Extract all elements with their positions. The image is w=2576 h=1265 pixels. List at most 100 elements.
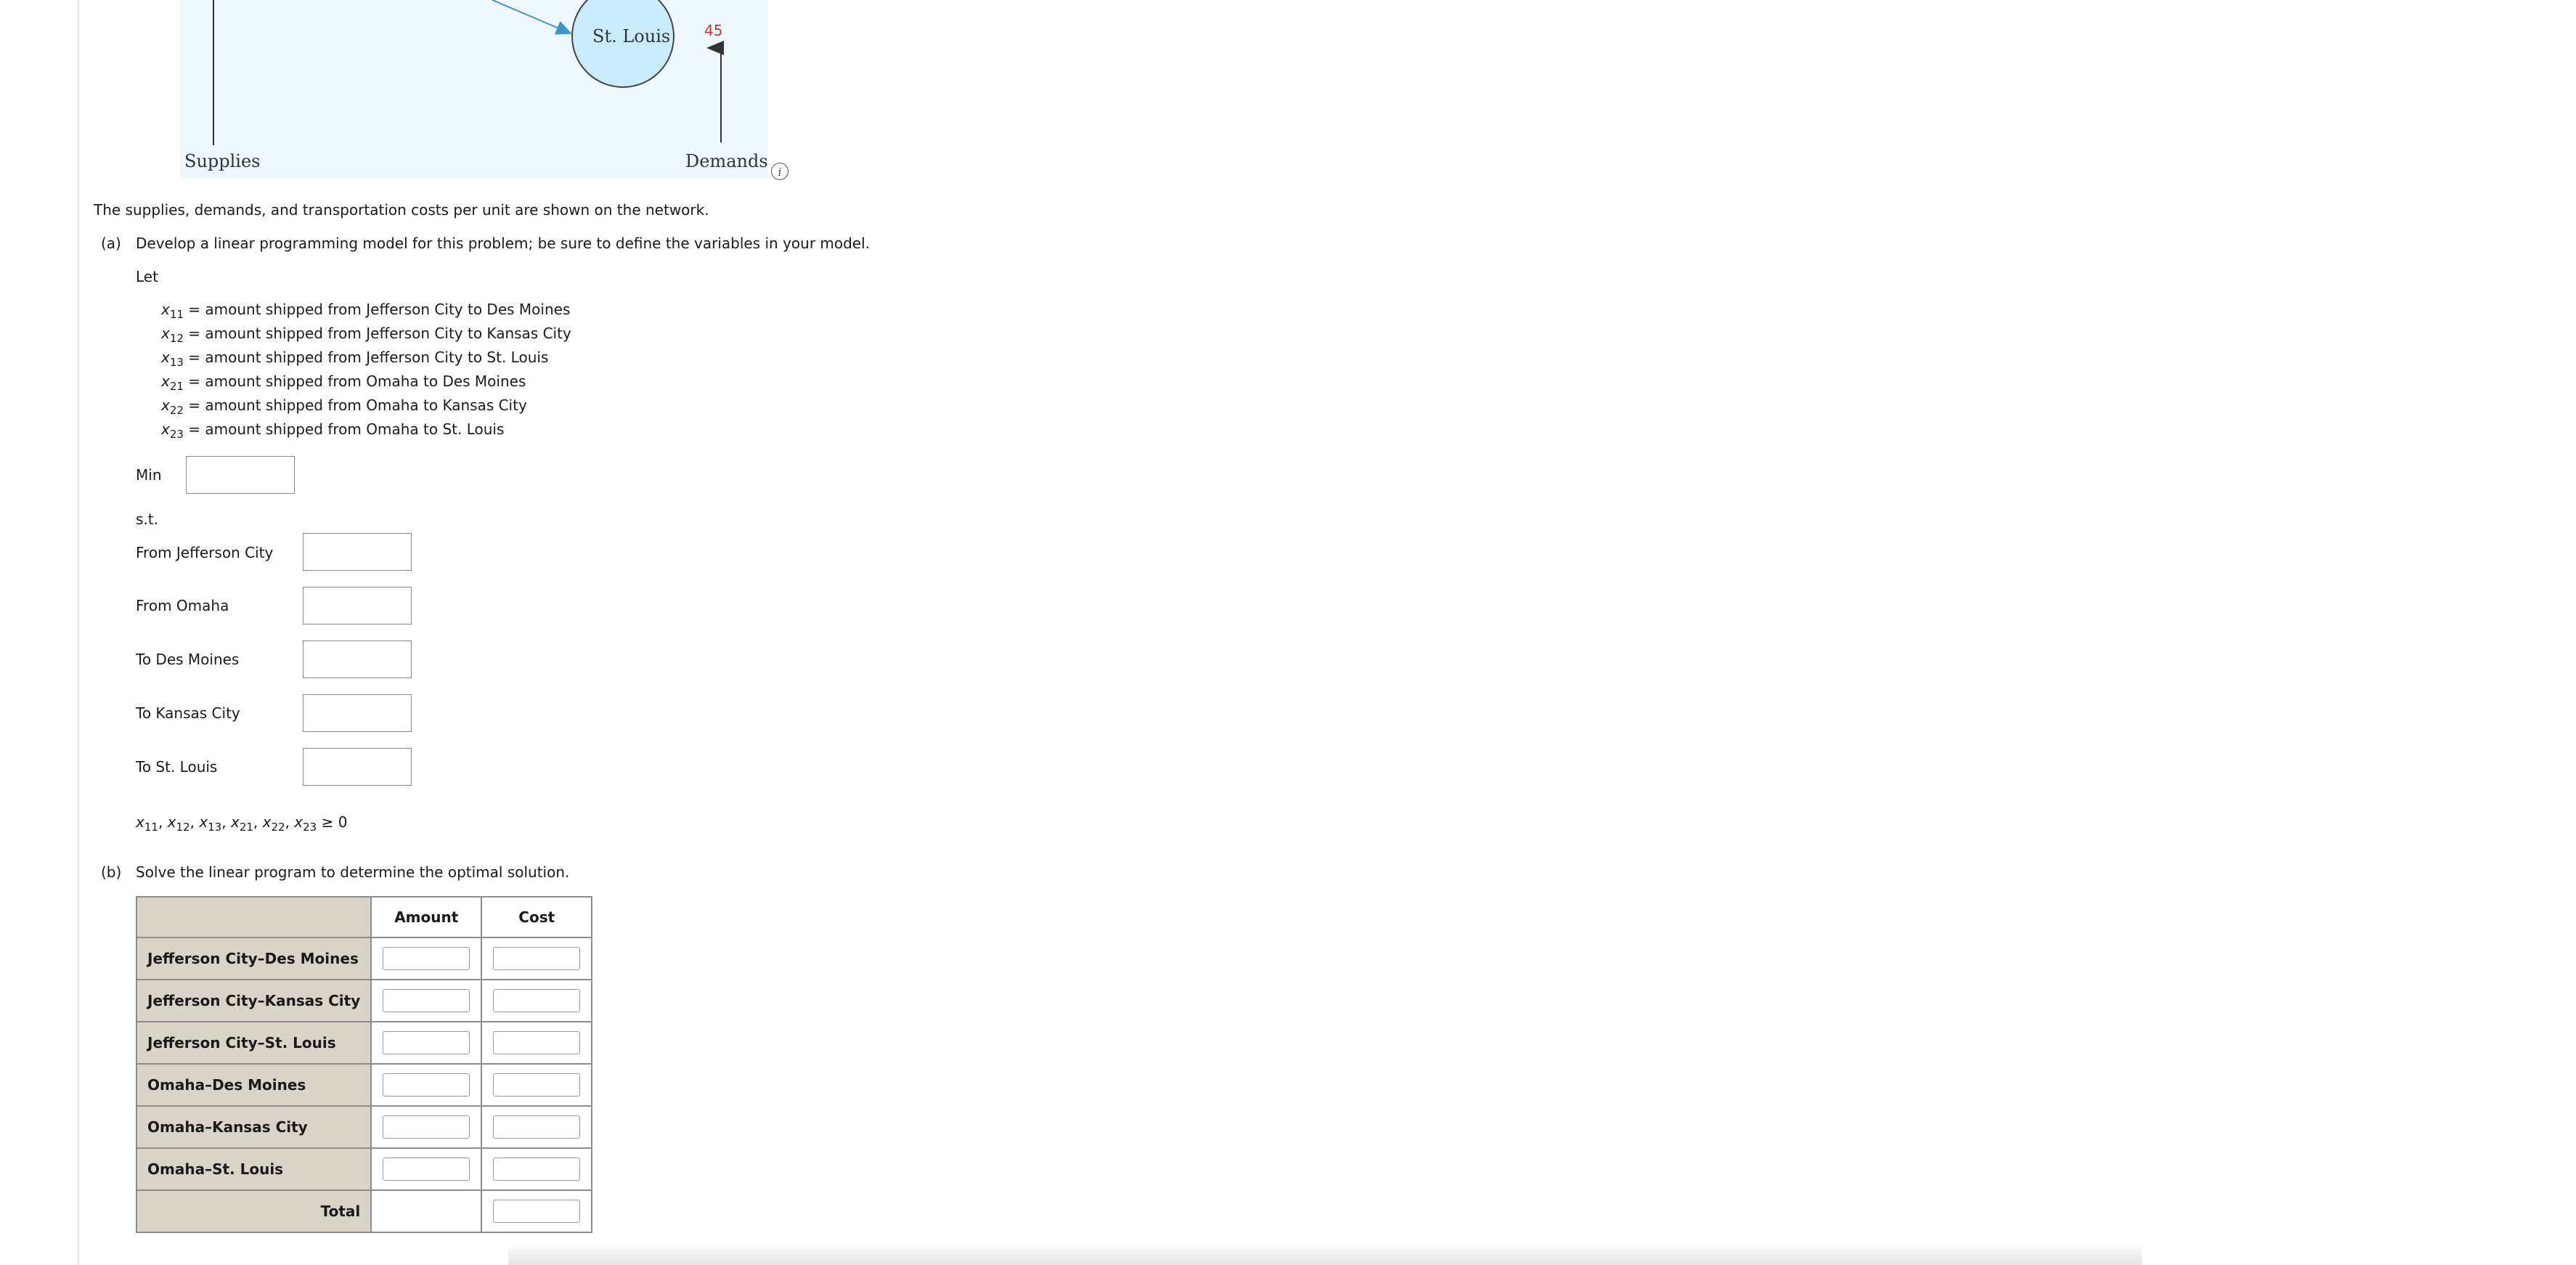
nonneg-suffix: ≥ 0 [317,813,348,831]
variable-symbol: x [161,420,170,438]
variable-subscript: 11 [144,821,158,834]
total-cost-input[interactable] [493,1200,581,1223]
variable-definition: x13 = amount shipped from Jefferson City… [161,349,548,369]
table-row: Jefferson City–St. Louis [135,1021,593,1065]
part-b-prompt: Solve the linear program to determine th… [136,863,570,881]
variable-definition: x21 = amount shipped from Omaha to Des M… [161,373,526,393]
total-label: Total [135,1189,372,1233]
min-label: Min [136,466,162,484]
variable-symbol: x [230,813,240,831]
variable-text: = amount shipped from Jefferson City to … [183,301,571,318]
amount-cell [370,1063,483,1107]
route-label: Omaha–Des Moines [135,1063,372,1107]
let-label: Let [136,268,158,285]
cost-input[interactable] [493,1158,581,1181]
constraint-label: From Omaha [136,597,229,614]
table-row: Jefferson City–Des Moines [135,937,593,980]
amount-input[interactable] [383,947,470,970]
node-label: St. Louis [592,26,671,46]
demand-value: 45 [704,22,723,39]
table-row: Omaha–St. Louis [135,1147,593,1191]
table-row: Omaha–Kansas City [135,1105,593,1149]
cost-header: Cost [481,896,593,938]
table-corner-cell [135,896,372,938]
route-label: Omaha–St. Louis [135,1147,372,1191]
amount-input[interactable] [383,1073,470,1097]
part-a-prompt: Develop a linear programming model for t… [136,235,871,252]
cost-cell [481,979,593,1022]
variable-subscript: 12 [176,821,190,834]
cost-input[interactable] [493,1073,581,1097]
network-diagram-svg [213,0,724,145]
constraint-label: To St. Louis [136,758,218,776]
constraint-input-omaha[interactable] [303,587,412,625]
part-b-marker: (b) [101,863,122,881]
amount-input[interactable] [383,1158,470,1181]
variable-symbol: x [167,813,176,831]
table-row: Omaha–Des Moines [135,1063,593,1107]
variable-text: = amount shipped from Omaha to Kansas Ci… [183,396,527,414]
variable-symbol: x [199,813,208,831]
variable-subscript: 22 [271,821,285,834]
bottom-scroll-shadow [508,1243,2142,1265]
constraint-label: To Des Moines [136,651,240,668]
cost-input[interactable] [493,1115,581,1139]
solution-table: Amount Cost Jefferson City–Des Moines Je… [135,896,593,1233]
constraint-input-st-louis[interactable] [303,748,412,786]
variable-definition: x12 = amount shipped from Jefferson City… [161,325,571,345]
cost-input[interactable] [493,1031,581,1054]
variable-symbol: x [161,301,170,318]
amount-input[interactable] [383,989,470,1012]
variable-definition: x11 = amount shipped from Jefferson City… [161,301,570,321]
amount-cell [370,937,483,980]
variable-text: = amount shipped from Jefferson City to … [183,325,571,342]
variable-symbol: x [294,813,303,831]
variable-text: = amount shipped from Omaha to St. Louis [183,420,505,438]
info-icon[interactable]: i [771,163,788,180]
variable-symbol: x [161,349,170,366]
variable-subscript: 23 [303,821,317,834]
supplies-label: Supplies [184,151,261,171]
cost-cell [481,1021,593,1065]
variable-subscript: 21 [169,380,184,393]
cost-input[interactable] [493,989,581,1012]
amount-cell [370,1105,483,1149]
variable-subscript: 22 [169,404,184,417]
total-cost-cell [481,1189,593,1233]
variable-definition: x23 = amount shipped from Omaha to St. L… [161,420,504,441]
variable-subscript: 21 [239,821,253,834]
variable-definition: x22 = amount shipped from Omaha to Kansa… [161,396,527,417]
constraint-input-jefferson-city[interactable] [303,533,412,571]
variable-symbol: x [262,813,272,831]
amount-cell [370,979,483,1022]
left-margin-rule [78,0,79,1265]
constraint-label: To Kansas City [136,704,240,722]
route-label: Jefferson City–Des Moines [135,937,372,980]
constraint-label: From Jefferson City [136,544,274,561]
amount-input[interactable] [383,1031,470,1054]
variable-subscript: 23 [169,428,184,441]
variable-subscript: 11 [169,308,184,321]
amount-cell [370,1021,483,1065]
variable-subscript: 12 [169,332,184,345]
variable-subscript: 13 [169,356,184,369]
route-label: Jefferson City–Kansas City [135,979,372,1022]
cost-cell [481,1105,593,1149]
cost-input[interactable] [493,947,581,970]
route-arrow [492,0,572,35]
variable-symbol: x [161,373,170,390]
constraint-input-kansas-city[interactable] [303,694,412,732]
table-header-row: Amount Cost [135,896,593,938]
variable-symbol: x [161,396,170,414]
amount-cell [370,1147,483,1191]
nonnegativity-constraint: x11, x12, x13, x21, x22, x23 ≥ 0 [136,813,348,834]
variable-symbol: x [161,325,170,342]
total-row: Total [135,1189,593,1233]
variable-text: = amount shipped from Jefferson City to … [183,349,549,366]
objective-input[interactable] [186,456,295,494]
constraint-input-des-moines[interactable] [303,640,412,678]
table-row: Jefferson City–Kansas City [135,979,593,1022]
cost-cell [481,937,593,980]
cost-cell [481,1147,593,1191]
amount-input[interactable] [383,1115,470,1139]
